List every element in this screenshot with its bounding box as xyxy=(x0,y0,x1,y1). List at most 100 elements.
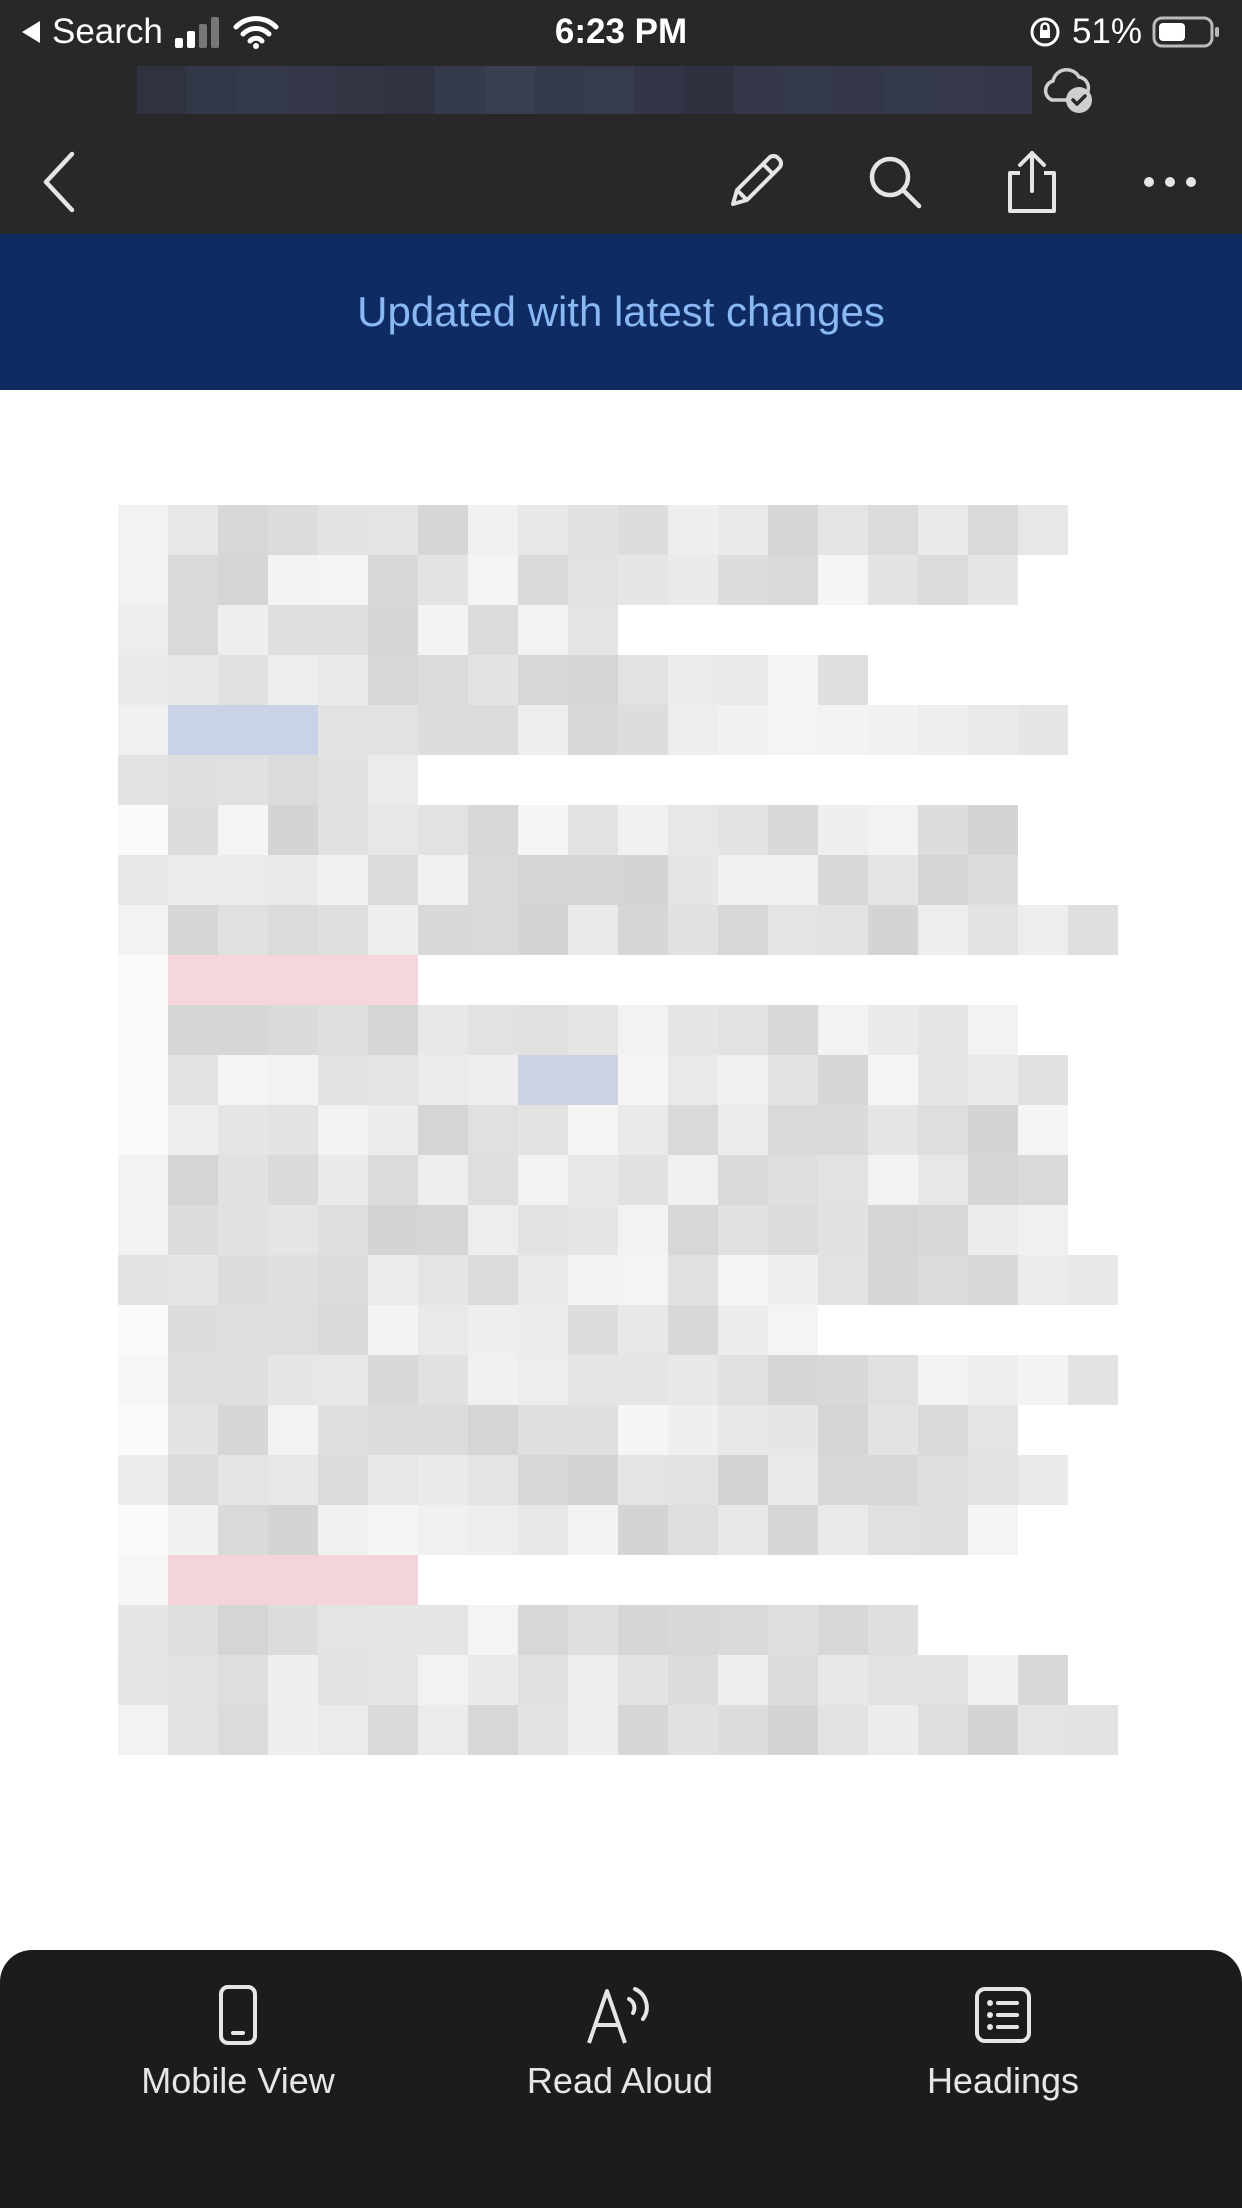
redacted-pixel xyxy=(368,905,418,955)
mobile-view-button[interactable]: Mobile View xyxy=(88,1980,388,2102)
redacted-pixel xyxy=(818,905,868,955)
redacted-pixel xyxy=(118,1355,168,1405)
search-button[interactable] xyxy=(855,130,935,234)
redacted-pixel xyxy=(568,1155,618,1205)
redacted-pixel xyxy=(1068,855,1118,905)
redacted-pixel xyxy=(518,1155,568,1205)
redacted-pixel xyxy=(718,855,768,905)
mobile-view-label: Mobile View xyxy=(141,2060,335,2101)
redacted-pixel xyxy=(368,955,418,1005)
redacted-pixel xyxy=(418,1005,468,1055)
redacted-pixel xyxy=(118,1505,168,1555)
redacted-pixel xyxy=(818,655,868,705)
redacted-pixel xyxy=(518,605,568,655)
redacted-pixel xyxy=(468,955,518,1005)
redacted-pixel xyxy=(568,905,618,955)
redacted-pixel xyxy=(418,1655,468,1705)
redacted-pixel xyxy=(968,1655,1018,1705)
redacted-pixel xyxy=(1018,905,1068,955)
redacted-pixel xyxy=(418,555,468,605)
redacted-pixel xyxy=(1018,1255,1068,1305)
redacted-pixel xyxy=(1018,1005,1068,1055)
redacted-pixel xyxy=(918,1255,968,1305)
redacted-pixel xyxy=(818,855,868,905)
redacted-pixel xyxy=(368,505,418,555)
redacted-pixel xyxy=(1068,1605,1118,1655)
redacted-pixel xyxy=(818,1605,868,1655)
redacted-pixel xyxy=(1018,1405,1068,1455)
redacted-pixel xyxy=(168,1655,218,1705)
redacted-pixel xyxy=(1068,705,1118,755)
redacted-pixel xyxy=(1018,1655,1068,1705)
back-button[interactable] xyxy=(20,130,100,234)
redacted-pixel xyxy=(818,755,868,805)
redacted-pixel xyxy=(318,1605,368,1655)
redacted-pixel xyxy=(1068,555,1118,605)
redacted-pixel xyxy=(868,555,918,605)
redacted-pixel xyxy=(518,805,568,855)
redacted-pixel xyxy=(218,1455,268,1505)
redacted-pixel xyxy=(968,1555,1018,1605)
redacted-pixel xyxy=(368,1655,418,1705)
redacted-pixel xyxy=(918,1355,968,1405)
redacted-pixel xyxy=(918,1205,968,1255)
redacted-pixel xyxy=(768,1205,818,1255)
redacted-pixel xyxy=(418,1405,468,1455)
redacted-pixel xyxy=(418,1305,468,1355)
redacted-pixel xyxy=(1018,1605,1068,1655)
redacted-pixel xyxy=(218,1605,268,1655)
redacted-pixel xyxy=(718,1355,768,1405)
redacted-pixel xyxy=(1018,555,1068,605)
redacted-pixel xyxy=(918,955,968,1005)
edit-button[interactable] xyxy=(715,130,795,234)
redacted-pixel xyxy=(618,1055,668,1105)
redacted-pixel xyxy=(868,1455,918,1505)
redacted-pixel xyxy=(918,1405,968,1455)
redacted-pixel xyxy=(468,1405,518,1455)
redacted-pixel xyxy=(868,1255,918,1305)
more-options-button[interactable] xyxy=(1130,130,1210,234)
redacted-pixel xyxy=(118,1155,168,1205)
redacted-pixel xyxy=(968,1005,1018,1055)
redacted-pixel xyxy=(468,1705,518,1755)
redacted-pixel xyxy=(1068,1005,1118,1055)
redacted-pixel xyxy=(668,1305,718,1355)
redacted-pixel xyxy=(668,1655,718,1705)
redacted-pixel xyxy=(918,555,968,605)
share-button[interactable] xyxy=(992,130,1072,234)
redacted-pixel xyxy=(418,755,468,805)
redacted-pixel xyxy=(318,1455,368,1505)
redacted-pixel xyxy=(968,1305,1018,1355)
redacted-pixel xyxy=(768,505,818,555)
redacted-pixel xyxy=(718,805,768,855)
redacted-pixel xyxy=(868,1005,918,1055)
pencil-icon xyxy=(731,154,783,206)
redacted-pixel xyxy=(268,955,318,1005)
read-aloud-button[interactable]: Read Aloud xyxy=(470,1980,770,2102)
redacted-pixel xyxy=(818,1155,868,1205)
redacted-pixel xyxy=(1068,1305,1118,1355)
headings-button[interactable]: Headings xyxy=(853,1980,1153,2102)
redacted-pixel xyxy=(1068,1655,1118,1705)
redacted-pixel xyxy=(918,1555,968,1605)
redacted-pixel xyxy=(468,855,518,905)
redacted-pixel xyxy=(918,1705,968,1755)
redacted-pixel xyxy=(768,1255,818,1305)
redacted-pixel xyxy=(268,605,318,655)
redacted-pixel xyxy=(668,1205,718,1255)
redacted-pixel xyxy=(968,1205,1018,1255)
redacted-pixel xyxy=(168,1055,218,1105)
redacted-pixel xyxy=(468,1205,518,1255)
document-page[interactable] xyxy=(0,390,1242,1950)
redacted-pixel xyxy=(868,955,918,1005)
redacted-pixel xyxy=(318,1005,368,1055)
redacted-pixel xyxy=(268,1655,318,1705)
redacted-pixel xyxy=(168,1405,218,1455)
redacted-pixel xyxy=(968,905,1018,955)
redacted-pixel xyxy=(168,855,218,905)
redacted-pixel xyxy=(618,1655,668,1705)
redacted-pixel xyxy=(768,1555,818,1605)
redacted-pixel xyxy=(918,1755,968,1805)
redacted-pixel xyxy=(618,805,668,855)
redacted-pixel xyxy=(468,1155,518,1205)
